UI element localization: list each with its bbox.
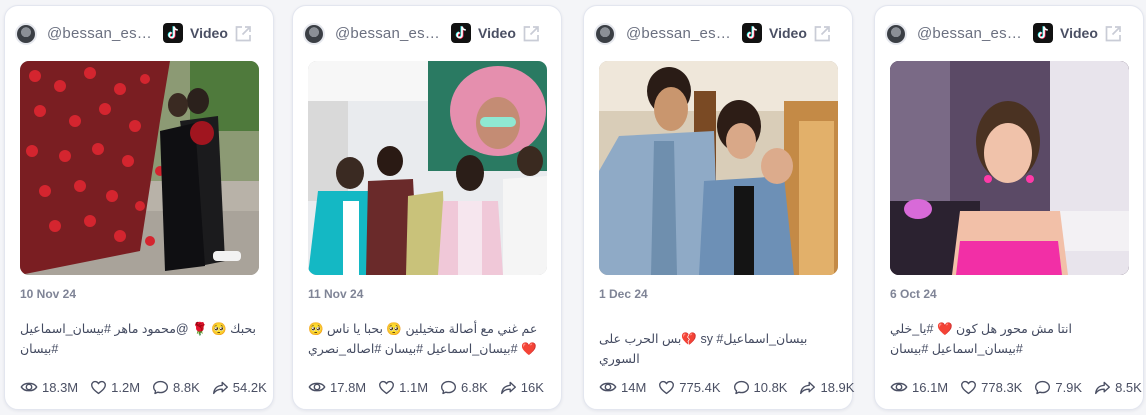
username[interactable]: @bessan_esmail	[335, 25, 443, 42]
views-stat: 17.8M	[308, 378, 366, 396]
eye-icon	[599, 378, 617, 396]
username[interactable]: @bessan_esmail	[47, 25, 155, 42]
post-date: 1 Dec 24	[599, 287, 648, 301]
post-type-label: Video	[769, 25, 807, 41]
comments-count: 6.8K	[461, 379, 488, 395]
external-link-icon[interactable]	[812, 24, 832, 44]
share-icon	[799, 379, 816, 396]
views-stat: 16.1M	[890, 378, 948, 396]
likes-stat: 1.2M	[90, 379, 140, 396]
post-card[interactable]: @bessan_esmail Video 10 Nov 24 بحبك 🥺 🌹 …	[4, 5, 274, 410]
avatar[interactable]	[15, 23, 37, 45]
username[interactable]: @bessan_esmail	[626, 25, 734, 42]
views-count: 17.8M	[330, 379, 367, 395]
post-date: 6 Oct 24	[890, 287, 937, 301]
stats-row: 14M 775.4K 10.8K 18.9K	[599, 377, 854, 397]
shares-count: 8.5K	[1115, 379, 1142, 395]
post-caption: عم غني مع أصالة متخيلين 🥺 بحبا يا ناس 🥺 …	[308, 322, 538, 356]
tiktok-icon	[1033, 23, 1053, 43]
likes-stat: 775.4K	[658, 379, 721, 396]
heart-icon	[90, 379, 107, 396]
tiktok-icon	[451, 23, 471, 43]
post-caption: انتا مش محور هل كون ❤️ #يا_خلي #بيسان_اس…	[890, 322, 1072, 356]
share-icon	[500, 379, 517, 396]
post-date: 10 Nov 24	[20, 287, 77, 301]
card-header: @bessan_esmail Video	[875, 20, 1143, 48]
shares-count: 16K	[520, 379, 544, 395]
comments-stat: 7.9K	[1034, 379, 1082, 396]
likes-count: 775.4K	[679, 379, 721, 395]
views-count: 14M	[621, 379, 647, 395]
post-type-label: Video	[1060, 25, 1098, 41]
comments-stat: 8.8K	[152, 379, 200, 396]
comment-icon	[152, 379, 169, 396]
external-link-icon[interactable]	[233, 24, 253, 44]
comment-icon	[440, 379, 457, 396]
shares-stat: 18.9K	[799, 379, 854, 396]
heart-icon	[960, 379, 977, 396]
comments-count: 7.9K	[1055, 379, 1083, 395]
video-thumbnail[interactable]	[890, 61, 1129, 275]
post-card[interactable]: @bessan_esmail Video 11 Nov 24 عم غني مع…	[292, 5, 562, 410]
views-count: 18.3M	[42, 379, 79, 395]
heart-icon	[658, 379, 675, 396]
post-type-label: Video	[478, 25, 516, 41]
stats-row: 18.3M 1.2M 8.8K 54.2K	[20, 377, 267, 397]
comment-icon	[733, 379, 750, 396]
views-stat: 18.3M	[20, 378, 78, 396]
views-stat: 14M	[599, 378, 646, 396]
shares-stat: 8.5K	[1094, 379, 1142, 396]
shares-count: 18.9K	[820, 379, 855, 395]
avatar[interactable]	[885, 23, 907, 45]
post-type-label: Video	[190, 25, 228, 41]
shares-stat: 16K	[500, 379, 544, 396]
comments-stat: 10.8K	[733, 379, 788, 396]
stats-row: 16.1M 778.3K 7.9K 8.5K	[890, 377, 1142, 397]
eye-icon	[890, 378, 908, 396]
tiktok-icon	[163, 23, 183, 43]
comments-count: 10.8K	[753, 379, 788, 395]
video-thumbnail[interactable]	[308, 61, 547, 275]
likes-count: 778.3K	[981, 379, 1023, 395]
eye-icon	[308, 378, 326, 396]
share-icon	[212, 379, 229, 396]
card-header: @bessan_esmail Video	[293, 20, 561, 48]
comment-icon	[1034, 379, 1051, 396]
stats-row: 17.8M 1.1M 6.8K 16K	[308, 377, 553, 397]
views-count: 16.1M	[912, 379, 949, 395]
external-link-icon[interactable]	[1103, 24, 1123, 44]
card-header: @bessan_esmail Video	[5, 20, 273, 48]
video-thumbnail[interactable]	[20, 61, 259, 275]
post-card[interactable]: @bessan_esmail Video 6 Oct 24 انتا مش مح…	[874, 5, 1144, 410]
likes-count: 1.1M	[399, 379, 429, 395]
shares-count: 54.2K	[232, 379, 267, 395]
avatar[interactable]	[594, 23, 616, 45]
comments-count: 8.8K	[173, 379, 200, 395]
likes-stat: 1.1M	[378, 379, 428, 396]
avatar[interactable]	[303, 23, 325, 45]
likes-stat: 778.3K	[960, 379, 1022, 396]
post-caption: بيسان_اسماعيل# sy 💔بس الحرب على السوري	[599, 332, 808, 366]
username[interactable]: @bessan_esmail	[917, 25, 1025, 42]
card-header: @bessan_esmail Video	[584, 20, 852, 48]
share-icon	[1094, 379, 1111, 396]
tiktok-icon	[742, 23, 762, 43]
comments-stat: 6.8K	[440, 379, 488, 396]
external-link-icon[interactable]	[521, 24, 541, 44]
heart-icon	[378, 379, 395, 396]
post-caption: بحبك 🥺 🌹 @محمود ماهر #بيسان_اسماعيل #بيس…	[20, 322, 257, 356]
post-date: 11 Nov 24	[308, 287, 364, 301]
likes-count: 1.2M	[111, 379, 141, 395]
shares-stat: 54.2K	[212, 379, 267, 396]
post-card[interactable]: @bessan_esmail Video 1 Dec 24 بيسان_اسما…	[583, 5, 854, 410]
eye-icon	[20, 378, 38, 396]
video-thumbnail[interactable]	[599, 61, 838, 275]
